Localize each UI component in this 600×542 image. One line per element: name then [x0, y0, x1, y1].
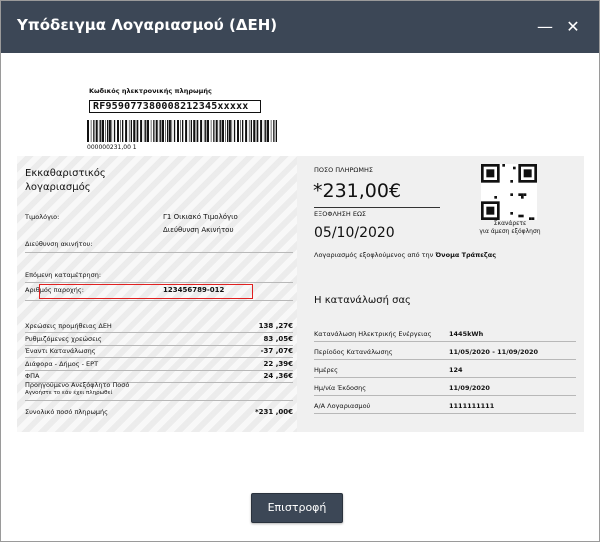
divider: [25, 252, 293, 253]
invoice-value: Γ1 Οικιακό Τιμολόγιο: [163, 213, 238, 221]
total-label: Συνολικό ποσό πληρωμής: [25, 408, 108, 416]
consumption-label: Ημ/νία Έκδοσης: [314, 384, 367, 392]
divider: [314, 413, 576, 414]
dialog-title: Υπόδειγμα Λογαριασμού (ΔΕΗ): [17, 16, 278, 34]
address-label: Διεύθυνση ακινήτου:: [25, 240, 93, 248]
invoice-label: Τιμολόγιο:: [25, 213, 60, 221]
settlement-title-line-2: λογαριασμός: [25, 182, 91, 193]
pay-amount-label: ΠΟΣΟ ΠΛΗΡΩΜΗΣ: [314, 166, 374, 174]
divider: [25, 400, 293, 401]
divider: [25, 344, 293, 346]
due-label: ΕΞΟΦΛΗΣΗ ΕΩΣ: [314, 210, 367, 218]
settlement-title-line-1: Εκκαθαριστικός: [25, 168, 106, 179]
divider: [25, 357, 293, 358]
address-value: Διεύθυνση Ακινήτου: [163, 226, 234, 234]
total-value: *231 ,00€: [255, 408, 293, 416]
bill-image: Κωδικός ηλεκτρονικής πληρωμής RF95907738…: [17, 78, 584, 432]
bank-name: Όνομα Τράπεζας: [435, 251, 497, 259]
paid-via-label: Λογαριασμός εξοφλούμενος από την: [314, 251, 434, 259]
divider: [25, 300, 293, 301]
divider: [25, 332, 293, 333]
consumption-label: Περίοδος Κατανάλωσης: [314, 348, 393, 356]
bill-sample-dialog: Υπόδειγμα Λογαριασμού (ΔΕΗ) — ✕ Κωδικός …: [0, 0, 600, 542]
charge-label: Χρεώσεις προμήθειας ΔΕΗ: [25, 322, 112, 330]
minimize-icon[interactable]: —: [531, 13, 559, 41]
consumption-value: 1111111111: [449, 402, 495, 410]
charge-label: Διάφορα - Δήμος - ΕΡΤ: [25, 359, 99, 368]
divider: [314, 207, 440, 208]
consumption-label: Ημέρες: [314, 366, 338, 374]
consumption-title: Η κατανάλωσή σας: [314, 295, 411, 306]
due-date: 05/10/2020: [314, 225, 395, 241]
charge-value: 22 ,39€: [263, 359, 293, 368]
qr-caption-2: για άμεση εξόφληση: [479, 228, 541, 235]
consumption-value: 11/05/2020 - 11/09/2020: [449, 348, 539, 356]
consumption-value: 1445kWh: [449, 330, 484, 338]
barcode-number: 000000231,00 1: [87, 144, 137, 151]
charge-value: 24 ,36€: [263, 372, 293, 380]
divider: [25, 282, 293, 283]
charge-label: Ρυθμιζόμενες χρεώσεις: [25, 334, 102, 343]
previous-unpaid-label: Προηγούμενο Ανεξόφλητο Ποσό: [25, 381, 130, 389]
qr-code: [481, 164, 537, 220]
divider: [25, 369, 293, 371]
consumption-value: 11/09/2020: [449, 384, 490, 392]
divider: [314, 359, 576, 360]
charge-value: -37 ,07€: [260, 347, 293, 355]
previous-unpaid-note: Αγνοήστε το εάν έχει πληρωθεί: [25, 390, 113, 396]
dialog-titlebar: Υπόδειγμα Λογαριασμού (ΔΕΗ) — ✕: [1, 1, 599, 53]
charge-label: ΦΠΑ: [25, 372, 40, 380]
divider: [314, 341, 576, 342]
charge-label: Έναντι Κατανάλωσης: [25, 347, 96, 355]
next-meter-label: Επόμενη καταμέτρηση:: [25, 271, 102, 279]
divider: [314, 395, 576, 396]
paid-via-text: Λογαριασμός εξοφλούμενος από την Όνομα Τ…: [314, 251, 496, 259]
consumption-value: 124: [449, 366, 463, 374]
payment-code: RF959077380008212345xxxxx: [93, 101, 249, 112]
pay-amount: *231,00€: [313, 180, 402, 202]
divider: [314, 377, 576, 378]
payment-code-box: RF959077380008212345xxxxx: [89, 100, 261, 113]
close-icon[interactable]: ✕: [559, 13, 587, 41]
supply-number-highlight: [39, 284, 253, 299]
charge-value: 83 ,05€: [263, 334, 293, 343]
charge-value: 138 ,27€: [258, 322, 293, 330]
consumption-label: Α/Α Λογαριασμού: [314, 402, 371, 410]
back-button[interactable]: Επιστροφή: [251, 493, 343, 523]
qr-caption-1: Σκανάρετε: [493, 220, 527, 227]
consumption-label: Κατανάλωση Ηλεκτρικής Ενέργειας: [314, 330, 432, 338]
payment-code-label: Κωδικός ηλεκτρονικής πληρωμής: [89, 87, 212, 95]
barcode: [87, 120, 277, 142]
